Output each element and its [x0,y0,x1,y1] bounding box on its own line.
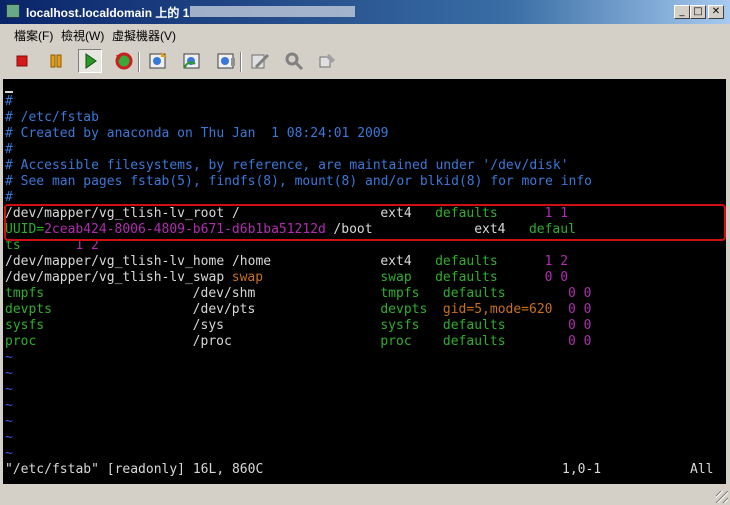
snapshot-manager-icon [217,53,235,69]
terminal-text-segment: devpts [5,302,52,317]
status-cursor-position: 1,0-1 [562,462,602,477]
terminal-text-segment: # Accessible filesystems, by reference, … [5,158,569,173]
vim-status-line: "/etc/fstab" [readonly] 16L, 860C 1,0-1 … [5,462,713,478]
take-snapshot-button[interactable] [146,49,170,73]
play-button[interactable] [78,49,102,73]
terminal-text-segment: 0 0 [568,286,592,301]
vm-app-icon [6,4,20,18]
vm-config-button[interactable] [316,49,340,73]
toolbar-separator [240,52,242,72]
pause-icon [50,54,62,68]
text-cursor [5,91,13,93]
terminal-text-segment: # See man pages fstab(5), findfs(8), mou… [5,174,592,189]
terminal-text-segment: 0 0 [568,318,592,333]
terminal-text-segment: ~ [5,350,13,365]
terminal-text-segment: ~ [5,414,13,429]
terminal-text-segment: defaults [435,270,498,285]
status-file-info: "/etc/fstab" [readonly] 16L, 860C [5,462,264,477]
terminal-text-segment: ~ [5,382,13,397]
resize-grip[interactable] [716,491,728,503]
maximize-button[interactable]: □ [690,5,706,19]
vm-settings-button[interactable] [248,49,272,73]
status-scroll-position: All [690,462,714,477]
menu-vm[interactable]: 虛擬機器(V) [112,27,176,44]
terminal-text-segment: swap [380,270,412,285]
status-bar [0,486,730,505]
toolbar [0,46,730,76]
terminal-text-segment: /sys [192,318,224,333]
terminal-text-segment: /dev/mapper/vg_tlish-lv_swap [5,270,232,285]
highlight-annotation [4,204,726,241]
revert-snapshot-button[interactable] [180,49,204,73]
snapshot-manager-button[interactable] [214,49,238,73]
menu-bar: 檔案(F) 檢視(W) 虛擬機器(V) [0,24,730,44]
terminal-text-segment: ~ [5,398,13,413]
play-icon [85,53,97,69]
window-title: localhost.localdomain 上的 1 [26,6,190,20]
terminal-text-segment: defaults [442,286,506,301]
terminal-text-segment: 0 0 [568,302,592,317]
terminal-text-segment: ~ [5,366,13,381]
terminal-text-segment: ~ [5,430,13,445]
snapshot-revert-icon [183,53,200,69]
terminal-text-segment: /proc [192,334,232,349]
terminal-text-segment: # /etc/fstab [5,110,99,125]
toolbar-separator [138,52,140,72]
terminal-text-segment: defaults [442,318,506,333]
menu-view[interactable]: 檢視(W) [61,27,104,44]
close-button[interactable]: ✕ [708,5,724,19]
snapshot-take-icon [149,52,167,69]
menu-file[interactable]: 檔案(F) [14,27,53,44]
terminal-text-segment: swap [231,270,264,285]
terminal-text-segment: # [5,94,13,109]
terminal-text-segment: tmpfs [5,286,45,301]
terminal-text-segment: /dev/pts [192,302,256,317]
config-icon [319,54,335,68]
terminal-text-segment: ~ [5,446,13,461]
terminal-text-segment: gid=5,mode=620 [442,302,553,317]
terminal-text-segment: 1 2 [544,254,569,269]
reset-icon [115,52,133,70]
terminal-text-segment: sysfs [380,318,420,333]
terminal-text-segment: # Created by anaconda on Thu Jan 1 08:24… [5,126,389,141]
terminal-text-segment: 0 0 [544,270,569,285]
minimize-button[interactable]: _ [674,5,690,19]
terminal-text-segment: ext4 [380,254,412,269]
terminal-text-segment: devpts [380,302,428,317]
settings-icon [251,53,270,69]
terminal-text-segment: proc [380,334,412,349]
pause-button[interactable] [44,49,68,73]
terminal-text-segment: sysfs [5,318,45,333]
vm-console[interactable]: # # /etc/fstab # Created by anaconda on Th… [3,79,726,484]
redacted-title-text [190,6,355,17]
stop-button[interactable] [10,49,34,73]
vm-tools-button[interactable] [282,49,306,73]
terminal-text-segment: tmpfs [380,286,420,301]
terminal-text-segment: proc [5,334,37,349]
tools-icon [285,52,304,71]
title-bar: localhost.localdomain 上的 1 _ □ ✕ [0,0,730,24]
terminal-text-segment: 0 0 [568,334,592,349]
terminal-text-segment: /dev/shm [192,286,256,301]
terminal-text-segment: defaults [442,334,506,349]
terminal-text-segment: # [5,142,13,157]
terminal-text-segment: defaults [435,254,498,269]
reset-button[interactable] [112,49,136,73]
stop-icon [16,55,28,67]
terminal-text-segment: /dev/mapper/vg_tlish-lv_home /home [5,254,272,269]
